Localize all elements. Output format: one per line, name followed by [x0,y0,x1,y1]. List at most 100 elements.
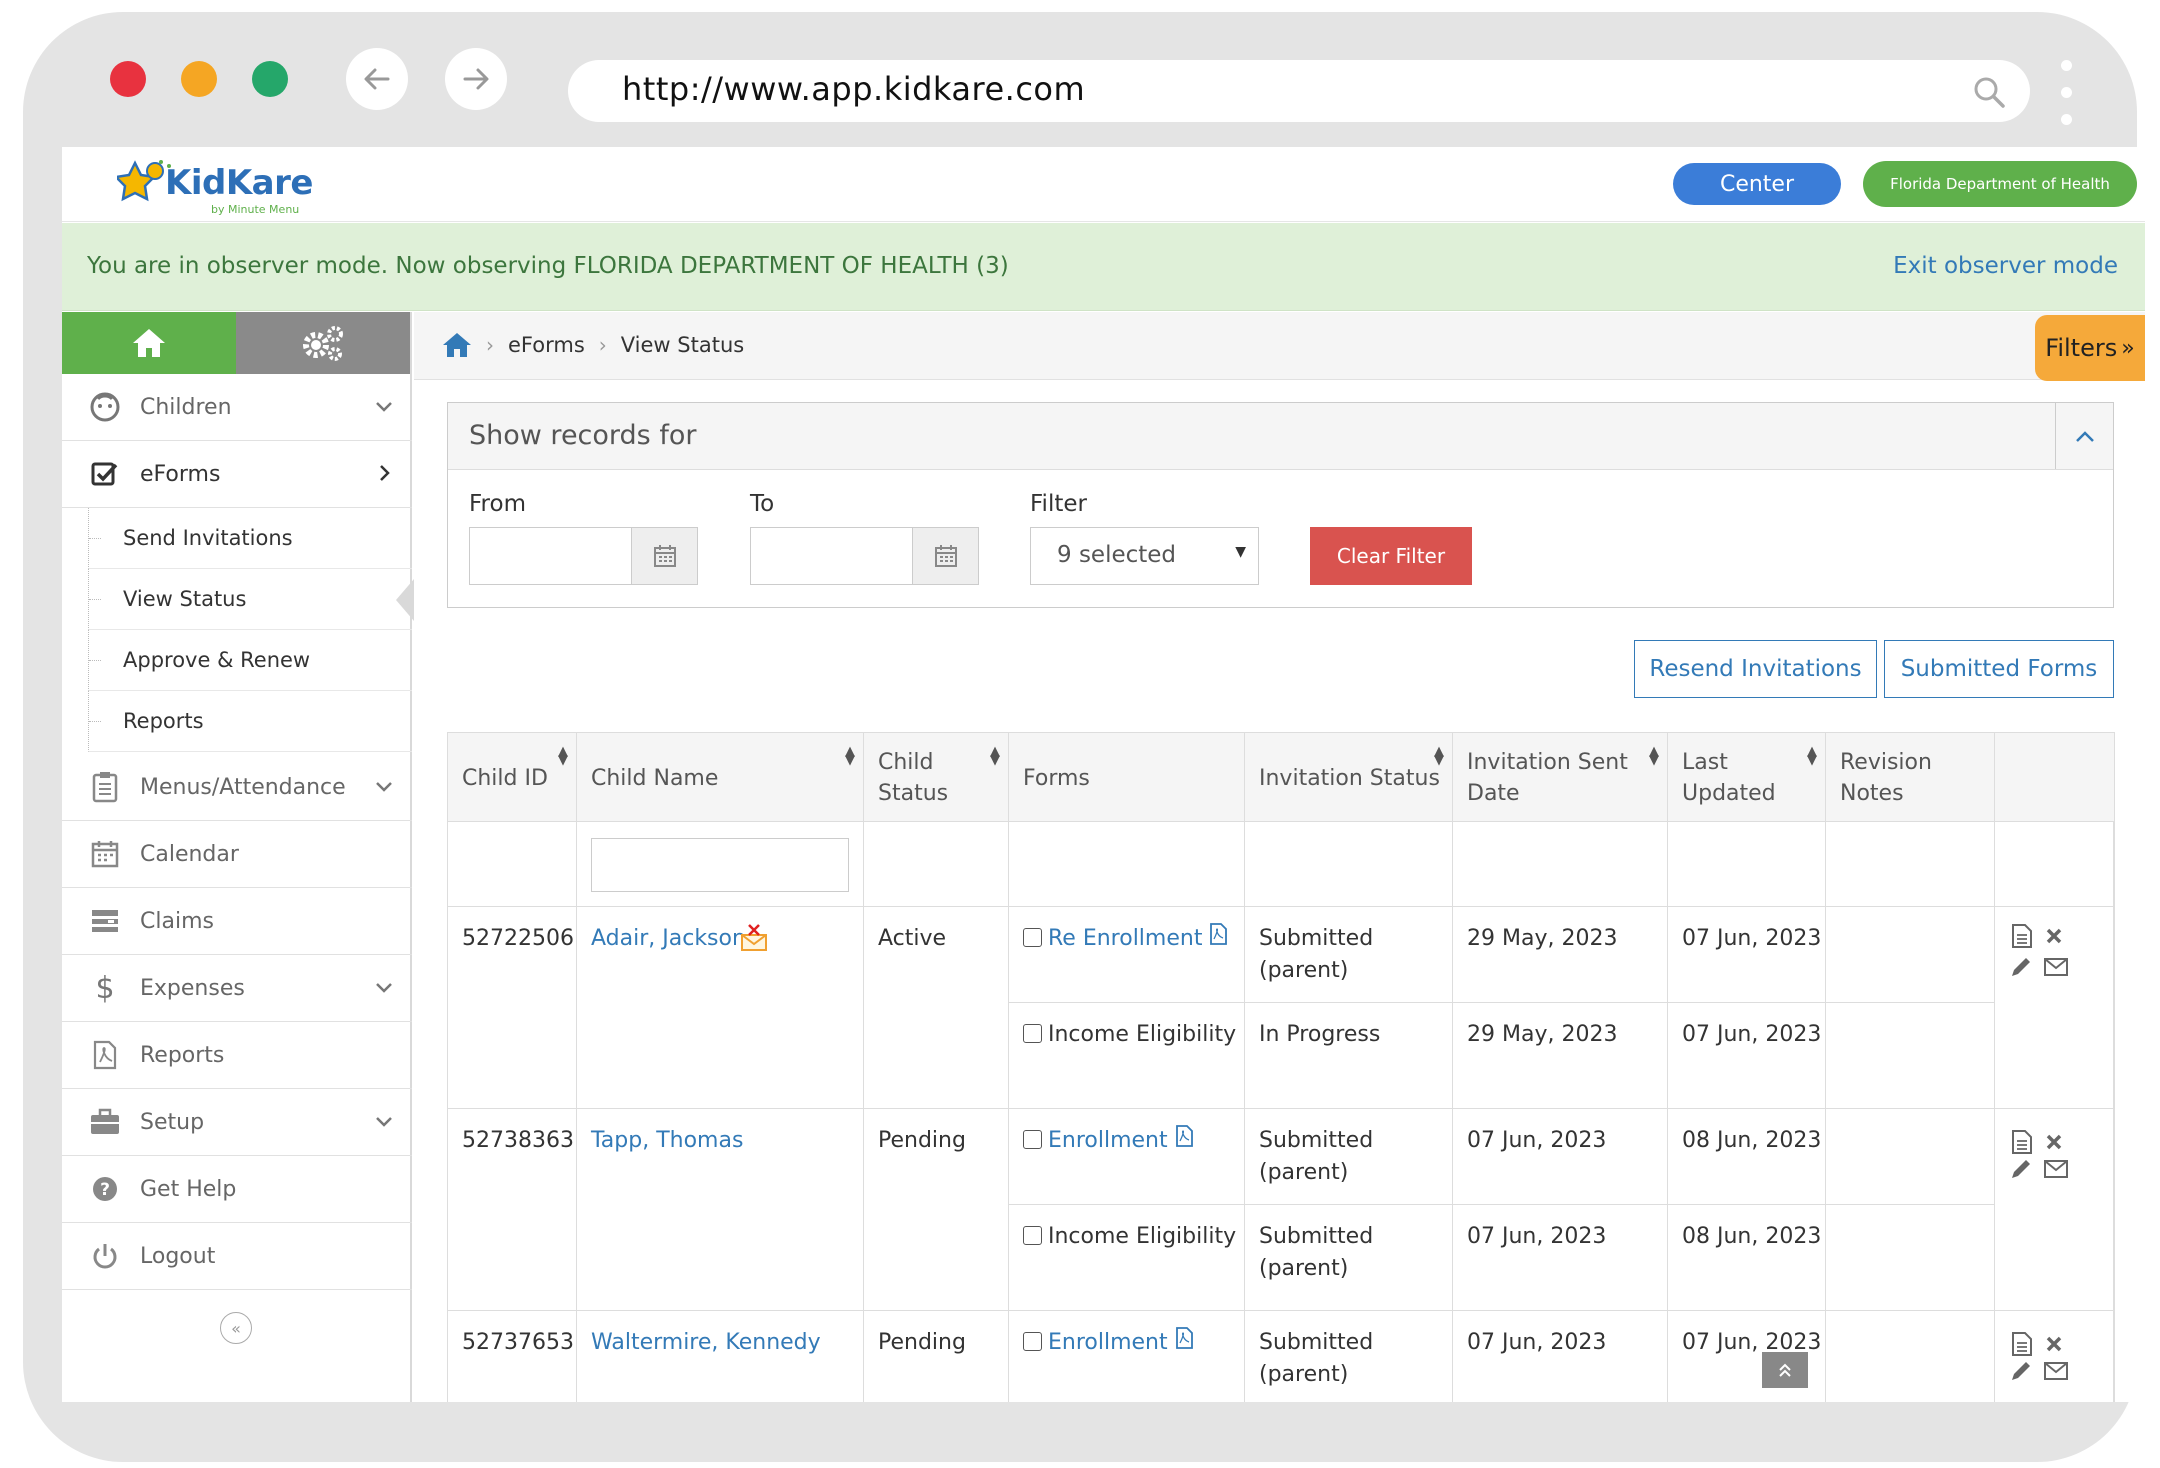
form-link[interactable]: Enrollment [1048,1330,1168,1355]
view-document-icon[interactable] [2009,1129,2035,1155]
child-name-link[interactable]: Adair, Jackson [591,923,746,955]
invitation-error-envelope-icon[interactable] [739,923,769,953]
breadcrumb-home-icon[interactable] [442,332,472,358]
header-line-1: Revision [1840,750,1932,775]
view-document-icon[interactable] [2009,923,2035,949]
sidebar-item-claims[interactable]: Claims [62,888,412,955]
delete-x-icon[interactable] [2045,1133,2063,1151]
sort-icon[interactable]: ▲ ▼ [1807,745,1817,767]
resend-invitations-button[interactable]: Resend Invitations [1634,640,1877,698]
invitation-status-line-1: Submitted [1259,926,1374,951]
form-checkbox[interactable] [1023,1226,1042,1245]
collapse-sidebar-icon[interactable]: « [220,1312,252,1344]
sidebar-item-get-help[interactable]: ? Get Help [62,1156,412,1223]
organization-button[interactable]: Florida Department of Health [1863,161,2137,207]
center-button[interactable]: Center [1673,163,1841,205]
filter-label: Filter [1030,491,1087,517]
column-header-child-id[interactable]: Child ID ▲ ▼ [448,732,577,822]
form-checkbox[interactable] [1023,1332,1042,1351]
child-name-link[interactable]: Tapp, Thomas [591,1125,743,1157]
clear-filter-button[interactable]: Clear Filter [1310,527,1472,585]
maximize-window-dot[interactable] [252,61,288,97]
close-window-dot[interactable] [110,61,146,97]
view-document-icon[interactable] [2009,1331,2035,1357]
address-bar[interactable]: http://www.app.kidkare.com [568,60,2030,122]
panel-header: Show records for [448,403,2113,470]
column-header-invitation-sent-date[interactable]: Invitation Sent Date ▲ ▼ [1453,732,1668,822]
table-row-child-status: Pending [864,1109,1009,1311]
updated-date-value: 08 Jun, 2023 [1682,1128,1822,1153]
column-header-invitation-status[interactable]: Invitation Status ▲ ▼ [1245,732,1453,822]
minimize-window-dot[interactable] [181,61,217,97]
sort-icon[interactable]: ▲ ▼ [1649,745,1659,767]
sidebar-subitem-view-status[interactable]: View Status [88,569,414,630]
sidebar-subitem-send-invitations[interactable]: Send Invitations [88,508,412,569]
form-checkbox[interactable] [1023,1024,1042,1043]
column-header-last-updated[interactable]: Last Updated ▲ ▼ [1668,732,1826,822]
calendar-icon[interactable] [631,528,697,584]
row-actions-cell [1995,1109,2115,1311]
sidebar-item-expenses[interactable]: $ Expenses [62,955,412,1022]
filters-toggle[interactable]: Filters » [2035,315,2145,381]
sidebar-item-children[interactable]: Children [62,374,412,441]
pdf-file-icon [80,1040,130,1070]
form-link[interactable]: Re Enrollment [1048,926,1202,951]
sort-icon[interactable]: ▲ ▼ [558,745,568,767]
child-name-link[interactable]: Waltermire, Kennedy [591,1327,821,1359]
breadcrumb-eforms[interactable]: eForms [508,333,585,357]
sidebar-item-logout[interactable]: Logout [62,1223,412,1290]
form-cell: Enrollment [1009,1109,1245,1205]
email-envelope-icon[interactable] [2043,1361,2069,1381]
sort-icon[interactable]: ▲ ▼ [1434,745,1444,767]
exit-observer-link[interactable]: Exit observer mode [1893,253,2118,279]
form-link[interactable]: Enrollment [1048,1128,1168,1153]
edit-pencil-icon[interactable] [2009,1157,2033,1181]
delete-x-icon[interactable] [2045,927,2063,945]
collapse-panel-button[interactable] [2055,403,2113,469]
email-envelope-icon[interactable] [2043,957,2069,977]
column-header-child-name[interactable]: Child Name ▲ ▼ [577,732,864,822]
table-row-child-id: 52737653 [448,1311,577,1402]
sidebar-item-calendar[interactable]: Calendar [62,821,412,888]
sidebar-settings-tab[interactable] [236,312,410,374]
sidebar-home-tab[interactable] [62,312,236,374]
invitation-status-value: Submitted (parent) [1259,1221,1373,1285]
scroll-to-top-button[interactable] [1762,1352,1808,1388]
calendar-icon[interactable] [912,528,978,584]
browser-menu-icon[interactable] [2059,60,2073,126]
edit-pencil-icon[interactable] [2009,955,2033,979]
sidebar-subitem-reports[interactable]: Reports [88,691,412,752]
form-checkbox[interactable] [1023,1130,1042,1149]
chevron-down-icon [376,983,392,993]
to-date-input[interactable] [750,527,979,585]
pdf-icon[interactable] [1175,1327,1193,1349]
edit-pencil-icon[interactable] [2009,1359,2033,1383]
sidebar-subitem-approve-renew[interactable]: Approve & Renew [88,630,412,691]
chevron-down-icon [376,1117,392,1127]
pdf-icon[interactable] [1175,1125,1193,1147]
sidebar-item-menus-attendance[interactable]: Menus/Attendance [62,754,412,821]
email-envelope-icon[interactable] [2043,1159,2069,1179]
from-date-input[interactable] [469,527,698,585]
pdf-icon[interactable] [1209,923,1228,945]
sidebar-item-eforms[interactable]: eForms [62,441,412,508]
form-checkbox[interactable] [1023,928,1042,947]
delete-x-icon[interactable] [2045,1335,2063,1353]
arrow-right-icon [463,68,489,90]
child-face-icon [80,391,130,423]
column-header-child-status[interactable]: Child Status ▲ ▼ [864,732,1009,822]
sidebar-item-reports[interactable]: Reports [62,1022,412,1089]
filter-select[interactable]: 9 selected ▼ [1030,527,1259,585]
breadcrumb-bar: › eForms › View Status Filters » [414,312,2145,381]
forward-button[interactable] [445,48,507,110]
sidebar-item-setup[interactable]: Setup [62,1089,412,1156]
search-icon[interactable] [1972,75,2006,109]
sort-icon[interactable]: ▲ ▼ [990,745,1000,767]
invitation-status-line-1: Submitted [1259,1128,1374,1153]
sort-icon[interactable]: ▲ ▼ [845,745,855,767]
back-button[interactable] [346,48,408,110]
submitted-forms-button[interactable]: Submitted Forms [1884,640,2114,698]
child-name-filter-input[interactable] [591,838,849,892]
kidkare-logo[interactable]: KidKare by Minute Menu [117,153,327,216]
sidebar-item-label: Setup [140,1109,205,1135]
